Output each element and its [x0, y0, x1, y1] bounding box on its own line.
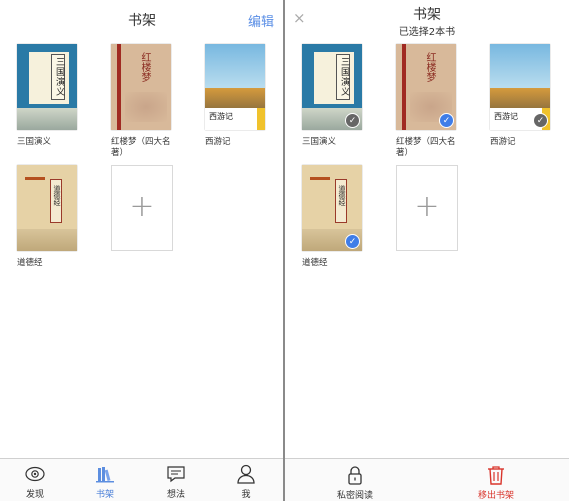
page-title: 书架: [413, 7, 441, 23]
book-item[interactable]: 三国演义 三国演义: [17, 44, 79, 148]
tab-thoughts[interactable]: 想法: [146, 463, 206, 500]
cover-title: 道德经: [338, 185, 346, 206]
cover-title: 三国演义: [339, 57, 349, 97]
cover-title: 红楼梦: [139, 52, 150, 82]
plus-icon: +: [414, 189, 440, 225]
unchecked-icon[interactable]: ✓: [345, 113, 360, 128]
book-title: 西游记: [205, 137, 231, 147]
book-cover[interactable]: 三国演义: [17, 44, 77, 130]
book-title: 三国演义: [302, 137, 337, 147]
book-title: 三国演义: [17, 137, 52, 147]
comment-icon: [146, 463, 206, 485]
book-title: 红楼梦（四大名著）: [111, 137, 171, 158]
lock-icon: [310, 464, 400, 486]
tab-discover[interactable]: 发现: [5, 463, 65, 500]
checked-icon[interactable]: ✓: [345, 234, 360, 249]
bookshelf-screen: 书架 编辑 三国演义 三国演义 红楼梦 红楼梦（四大名著） 西游记 西游记 道德…: [0, 0, 284, 501]
eye-icon: [5, 463, 65, 485]
book-item[interactable]: 三国演义 ✓ 三国演义: [302, 44, 364, 148]
app-root: 书架 编辑 三国演义 三国演义 红楼梦 红楼梦（四大名著） 西游记 西游记 道德…: [0, 0, 569, 501]
cover-title: 西游记: [209, 112, 233, 121]
action-label: 移出书架: [477, 491, 514, 501]
tab-bookshelf[interactable]: 书架: [75, 463, 135, 500]
cover-title: 西游记: [494, 112, 518, 121]
books-icon: [75, 463, 135, 485]
book-cover[interactable]: 道德经 ✓: [302, 165, 362, 251]
book-cover[interactable]: 三国演义 ✓: [302, 44, 362, 130]
remove-from-shelf-button[interactable]: 移出书架: [451, 464, 541, 501]
action-label: 私密阅读: [336, 491, 373, 501]
book-cover[interactable]: 红楼梦: [111, 44, 171, 130]
bottom-tab-bar: 发现 书架 想法 我: [0, 458, 284, 501]
book-cover[interactable]: 西游记 ✓: [490, 44, 550, 130]
cover-title: 红楼梦: [424, 52, 435, 82]
book-cover[interactable]: 西游记: [205, 44, 265, 130]
trash-icon: [451, 464, 541, 486]
book-item[interactable]: 道德经 ✓ 道德经: [302, 165, 364, 269]
book-item[interactable]: 红楼梦 ✓ 红楼梦（四大名著）: [396, 44, 458, 159]
book-title: 道德经: [302, 258, 328, 268]
cover-title: 三国演义: [54, 57, 64, 97]
tab-me[interactable]: 我: [216, 463, 276, 500]
bottom-action-bar: 私密阅读 移出书架: [285, 458, 569, 501]
private-reading-button[interactable]: 私密阅读: [310, 464, 400, 501]
book-item[interactable]: 道德经 道德经: [17, 165, 79, 269]
cover-title: 道德经: [53, 185, 61, 206]
book-title: 西游记: [490, 137, 516, 147]
tab-label: 发现: [25, 490, 44, 500]
bookshelf-edit-screen: × 书架 已选择2本书 三国演义 ✓ 三国演义 红楼梦 ✓ 红楼梦（四大名著）: [285, 0, 569, 501]
page-title: 书架: [128, 13, 156, 29]
book-item[interactable]: 西游记 ✓ 西游记: [490, 44, 552, 148]
book-cover[interactable]: 道德经: [17, 165, 77, 251]
person-icon: [216, 463, 276, 485]
book-item[interactable]: 西游记 西游记: [205, 44, 267, 148]
plus-icon: +: [129, 189, 155, 225]
book-title: 道德经: [17, 258, 43, 268]
tab-label: 书架: [95, 490, 114, 500]
tab-label: 我: [241, 490, 251, 500]
checked-icon[interactable]: ✓: [439, 113, 454, 128]
add-book-button[interactable]: +: [111, 165, 173, 251]
book-cover[interactable]: 红楼梦 ✓: [396, 44, 456, 130]
add-book-button[interactable]: +: [396, 165, 458, 251]
tab-label: 想法: [166, 490, 185, 500]
book-item[interactable]: 红楼梦 红楼梦（四大名著）: [111, 44, 173, 159]
book-title: 红楼梦（四大名著）: [396, 137, 456, 158]
edit-button[interactable]: 编辑: [248, 11, 274, 30]
selection-count: 已选择2本书: [398, 27, 456, 38]
unchecked-icon[interactable]: ✓: [533, 113, 548, 128]
